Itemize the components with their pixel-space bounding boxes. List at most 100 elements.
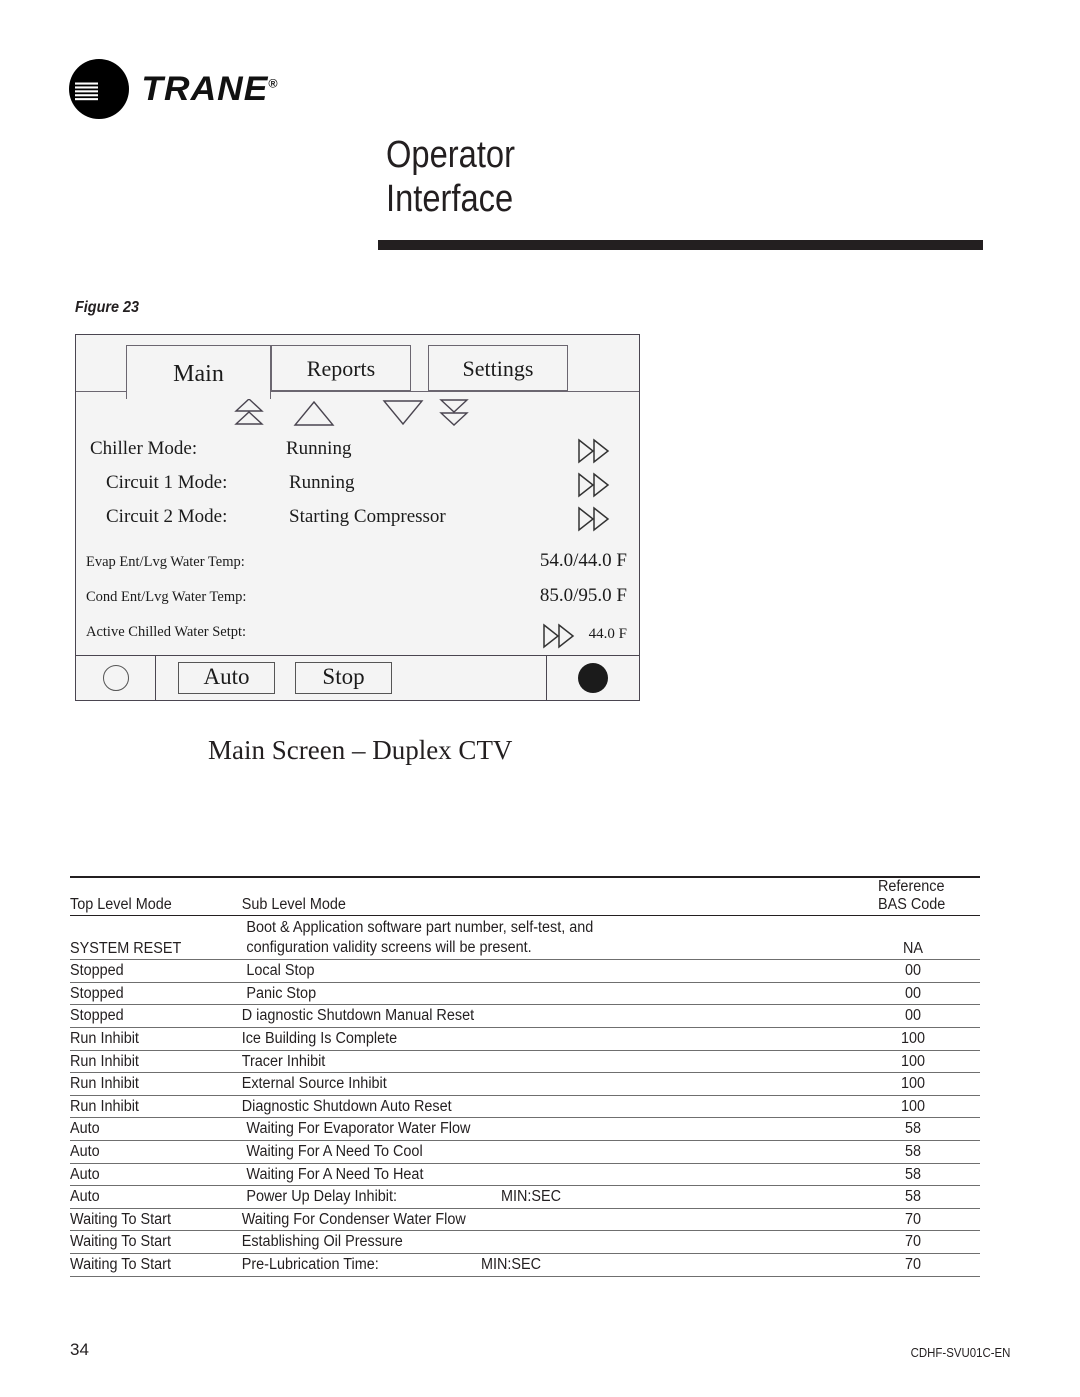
down-arrow-icon[interactable] (381, 397, 425, 434)
cell-bas-code: 00 (848, 1004, 980, 1029)
control-bar: Auto Stop (76, 655, 639, 700)
table-row: Auto Waiting For A Need To Heat 58 (70, 1163, 980, 1187)
trane-circle-logo-icon (68, 58, 130, 120)
cell-top-level-mode: Stopped (70, 959, 238, 983)
cell-top-level-mode: Auto (70, 1140, 238, 1164)
readout-label: Active Chilled Water Setpt: (86, 624, 247, 640)
cell-sub-level-mode: Establishing Oil Pressure (238, 1230, 848, 1254)
tab-main[interactable]: Main (126, 345, 271, 399)
cell-sub-level-mode: Panic Stop (238, 982, 848, 1006)
cell-sub-level-mode: Diagnostic Shutdown Auto Reset (238, 1095, 848, 1119)
status-row-circuit-1-mode: Circuit 1 Mode: Running (76, 469, 639, 503)
cell-sub-level-mode: External Source Inhibit (238, 1072, 848, 1096)
cell-sub-level-mode: Power Up Delay Inhibit: MIN:SEC (238, 1185, 848, 1209)
mode-status-list: Chiller Mode: Running Circuit 1 Mode: Ru… (76, 435, 639, 537)
table-row: SYSTEM RESET Boot & Application software… (70, 915, 980, 961)
table-row: Waiting To Start Waiting For Condenser W… (70, 1208, 980, 1232)
left-indicator-cell (76, 656, 156, 700)
table-row: Stopped Panic Stop 00 (70, 982, 980, 1006)
cell-top-level-mode: SYSTEM RESET (70, 915, 238, 961)
operator-interface-panel: Main Reports Settings Chiller Mode: Runn… (75, 334, 640, 701)
table-row: Auto Waiting For Evaporator Water Flow 5… (70, 1117, 980, 1142)
table-row: Stopped D iagnostic Shutdown Manual Rese… (70, 1004, 980, 1029)
navigation-arrows (76, 397, 639, 431)
figure-caption: Main Screen – Duplex CTV (208, 735, 513, 765)
double-right-chevron-icon[interactable] (541, 622, 577, 655)
cell-sub-level-mode: Tracer Inhibit (238, 1050, 848, 1074)
cell-bas-code: 58 (848, 1117, 980, 1142)
status-value: Running (289, 472, 355, 493)
double-right-chevron-icon[interactable] (576, 437, 612, 471)
cell-top-level-mode: Auto (70, 1185, 238, 1209)
cell-bas-code: 58 (848, 1185, 980, 1209)
table-row: Run Inhibit Diagnostic Shutdown Auto Res… (70, 1095, 980, 1119)
cell-bas-code: NA (848, 915, 980, 961)
readout-label: Evap Ent/Lvg Water Temp: (86, 554, 245, 570)
readout-value: 85.0/95.0 F (539, 585, 627, 606)
status-value: Running (286, 438, 352, 459)
cell-top-level-mode: Auto (70, 1117, 238, 1142)
readout-row-cond-water-temp: Cond Ent/Lvg Water Temp: 85.0/95.0 F (76, 585, 639, 620)
cell-bas-code: 70 (848, 1208, 980, 1232)
figure-label: Figure 23 (75, 299, 140, 316)
cell-top-level-mode: Run Inhibit (70, 1050, 238, 1074)
brand-wordmark: TRANE® (141, 70, 278, 109)
column-header-reference-bas-code: Reference BAS Code (848, 878, 980, 916)
cell-top-level-mode: Waiting To Start (70, 1230, 238, 1254)
brand-name: TRANE (141, 69, 269, 108)
registered-mark: ® (268, 76, 279, 91)
auto-button[interactable]: Auto (178, 662, 275, 694)
brand-logo: TRANE® (68, 58, 278, 120)
table-row: Stopped Local Stop 00 (70, 959, 980, 983)
cell-top-level-mode: Auto (70, 1163, 238, 1187)
cell-bas-code: 100 (848, 1072, 980, 1096)
cell-sub-level-mode: Pre-Lubrication Time: MIN:SEC (238, 1253, 848, 1277)
cell-top-level-mode: Stopped (70, 982, 238, 1006)
document-code: CDHF-SVU01C-EN (910, 1345, 1010, 1360)
table-row: Auto Waiting For A Need To Cool 58 (70, 1140, 980, 1164)
column-header-top-level-mode: Top Level Mode (70, 878, 238, 916)
filled-circle-indicator-icon (578, 663, 608, 693)
cell-top-level-mode: Waiting To Start (70, 1253, 238, 1277)
double-right-chevron-icon[interactable] (576, 505, 612, 539)
cell-sub-level-mode-extra: MIN:SEC (500, 1188, 562, 1206)
cell-sub-level-mode: Waiting For Condenser Water Flow (238, 1208, 848, 1232)
cell-top-level-mode: Stopped (70, 1004, 238, 1029)
cell-bas-code: 100 (848, 1027, 980, 1051)
double-right-chevron-icon[interactable] (576, 471, 612, 505)
readout-value: 54.0/44.0 F (539, 550, 627, 571)
tab-settings[interactable]: Settings (428, 345, 568, 391)
readout-label: Cond Ent/Lvg Water Temp: (86, 589, 247, 605)
action-buttons-cell: Auto Stop (156, 656, 547, 700)
table-row: Run Inhibit External Source Inhibit 100 (70, 1072, 980, 1096)
cell-sub-level-mode: Waiting For A Need To Cool (238, 1140, 848, 1164)
table-row: Auto Power Up Delay Inhibit: MIN:SEC 58 (70, 1185, 980, 1209)
double-up-arrow-icon[interactable] (234, 397, 264, 434)
cell-top-level-mode: Run Inhibit (70, 1027, 238, 1051)
cell-bas-code: 70 (848, 1230, 980, 1254)
cell-bas-code: 100 (848, 1050, 980, 1074)
page-title: Operator Interface (386, 134, 515, 221)
up-arrow-icon[interactable] (292, 397, 336, 434)
cell-bas-code: 58 (848, 1163, 980, 1187)
double-down-arrow-icon[interactable] (439, 397, 469, 434)
status-row-circuit-2-mode: Circuit 2 Mode: Starting Compressor (76, 503, 639, 537)
stop-button[interactable]: Stop (295, 662, 392, 694)
cell-bas-code: 00 (848, 959, 980, 983)
cell-top-level-mode: Waiting To Start (70, 1208, 238, 1232)
temperature-readout-list: Evap Ent/Lvg Water Temp: 54.0/44.0 F Con… (76, 550, 639, 655)
right-indicator-cell (547, 656, 639, 700)
cell-top-level-mode: Run Inhibit (70, 1095, 238, 1119)
table-row: Run Inhibit Tracer Inhibit 100 (70, 1050, 980, 1074)
status-row-chiller-mode: Chiller Mode: Running (76, 435, 639, 469)
open-circle-indicator-icon (102, 665, 129, 691)
cell-bas-code: 70 (848, 1253, 980, 1277)
status-value: Starting Compressor (289, 506, 446, 527)
readout-row-active-chilled-water-setpoint: Active Chilled Water Setpt: 44.0 F (76, 620, 639, 655)
tab-reports[interactable]: Reports (271, 345, 411, 391)
cell-sub-level-mode-extra: MIN:SEC (481, 1256, 542, 1273)
mode-reference-table: Top Level Mode Sub Level Mode Reference … (70, 878, 980, 1277)
table-row: Waiting To Start Establishing Oil Pressu… (70, 1230, 980, 1254)
cell-bas-code: 100 (848, 1095, 980, 1119)
table-row: Waiting To Start Pre-Lubrication Time: MI… (70, 1253, 980, 1277)
